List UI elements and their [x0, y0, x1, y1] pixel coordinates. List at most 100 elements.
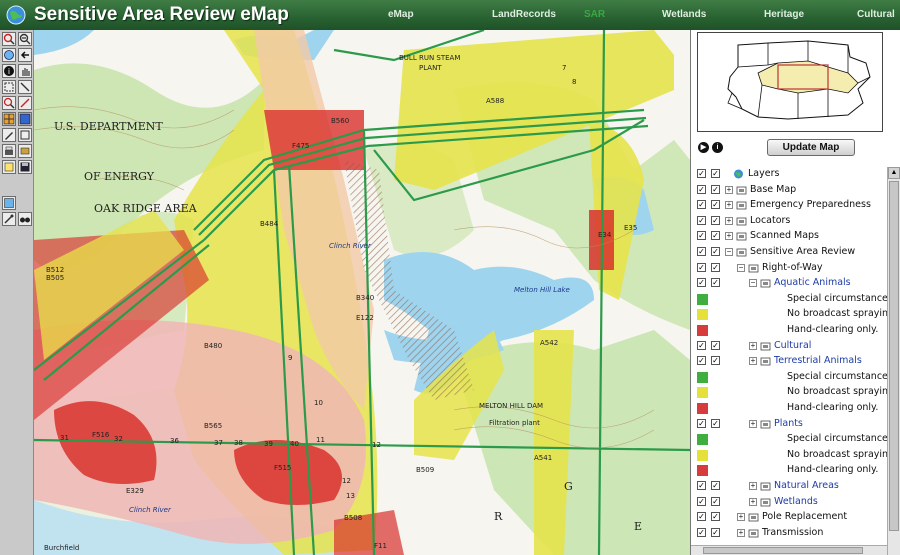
- select-icon[interactable]: [2, 80, 16, 94]
- layer-active-checkbox[interactable]: ✓: [711, 231, 720, 241]
- layer-active-checkbox[interactable]: ✓: [711, 262, 720, 272]
- topographic-map[interactable]: U.S. DEPARTMENT OF ENERGY OAK RIDGE AREA…: [34, 30, 690, 555]
- legend-color-swatch: [697, 293, 708, 305]
- layer-visible-checkbox[interactable]: ✓: [697, 496, 706, 506]
- nav-sar[interactable]: SAR: [584, 9, 605, 20]
- nav-landrecords[interactable]: LandRecords: [492, 9, 556, 20]
- nav-heritage[interactable]: Heritage: [764, 9, 804, 20]
- layer-item[interactable]: ✓ ✓ − Right-of-Way: [691, 261, 887, 276]
- back-icon[interactable]: [18, 48, 32, 62]
- layer-hscrollbar[interactable]: [691, 545, 887, 555]
- measure-icon[interactable]: [2, 96, 16, 110]
- layer-scrollbar[interactable]: ▲: [887, 167, 900, 555]
- layer-item[interactable]: ✓ ✓ + Wetlands: [691, 495, 887, 510]
- expand-toggle-icon[interactable]: +: [725, 185, 733, 194]
- layer-item[interactable]: ✓ ✓ + Scanned Maps: [691, 229, 887, 244]
- expand-toggle-icon[interactable]: −: [725, 248, 733, 256]
- clear-icon[interactable]: [18, 128, 32, 142]
- expand-toggle-icon[interactable]: −: [737, 263, 745, 272]
- expand-toggle-icon[interactable]: +: [749, 482, 757, 490]
- buffer-icon[interactable]: [18, 96, 32, 110]
- binoculars-icon[interactable]: [18, 212, 32, 226]
- print-icon[interactable]: [2, 144, 16, 158]
- layer-active-checkbox[interactable]: ✓: [711, 184, 720, 194]
- identify-icon[interactable]: i: [2, 64, 16, 78]
- layer-visible-checkbox[interactable]: ✓: [697, 184, 706, 194]
- layer-active-checkbox[interactable]: ✓: [711, 356, 720, 366]
- layer-item[interactable]: ✓ ✓ − Sensitive Area Review: [691, 245, 887, 260]
- expand-toggle-icon[interactable]: +: [749, 497, 757, 506]
- expand-toggle-icon[interactable]: +: [737, 513, 745, 522]
- layers-icon[interactable]: [2, 160, 16, 174]
- layer-visible-checkbox[interactable]: ✓: [697, 340, 706, 350]
- hscroll-thumb[interactable]: [703, 547, 863, 554]
- layer-active-checkbox[interactable]: ✓: [711, 200, 720, 210]
- query-icon[interactable]: [18, 80, 32, 94]
- layer-visible-checkbox[interactable]: ✓: [697, 247, 706, 256]
- layer-item[interactable]: ✓ ✓ + Transmission: [691, 526, 887, 541]
- expand-toggle-icon[interactable]: +: [749, 341, 757, 350]
- table-icon[interactable]: [18, 112, 32, 126]
- tennessee-valley-overview[interactable]: [698, 33, 882, 131]
- info-icon[interactable]: i: [712, 142, 723, 153]
- pan-icon[interactable]: [18, 64, 32, 78]
- overview-map[interactable]: [697, 32, 883, 132]
- layer-item[interactable]: ✓ ✓ + Cultural: [691, 339, 887, 354]
- find-icon[interactable]: [2, 212, 16, 226]
- expand-toggle-icon[interactable]: +: [749, 419, 757, 428]
- layer-item[interactable]: ✓ ✓ + Terrestrial Animals: [691, 354, 887, 369]
- layer-item[interactable]: ✓ ✓ + Locators: [691, 214, 887, 229]
- scroll-up-icon[interactable]: ▲: [888, 167, 900, 179]
- layer-visible-checkbox[interactable]: ✓: [697, 200, 706, 210]
- expand-toggle-icon[interactable]: +: [725, 232, 733, 241]
- expand-toggle-icon[interactable]: −: [749, 279, 757, 288]
- expand-toggle-icon[interactable]: +: [725, 216, 733, 225]
- layer-visible-checkbox[interactable]: ✓: [697, 231, 706, 241]
- expand-toggle-icon[interactable]: +: [749, 357, 757, 366]
- layer-active-checkbox[interactable]: ✓: [711, 512, 720, 522]
- layer-active-checkbox[interactable]: ✓: [711, 278, 720, 288]
- full-extent-icon[interactable]: [2, 48, 16, 62]
- layer-active-checkbox[interactable]: ✓: [711, 496, 720, 506]
- layer-item[interactable]: ✓ ✓ + Plants: [691, 417, 887, 432]
- layer-active-checkbox[interactable]: ✓: [711, 418, 720, 428]
- save-icon[interactable]: [18, 160, 32, 174]
- nav-wetlands[interactable]: Wetlands: [662, 9, 706, 20]
- layer-item[interactable]: ✓ ✓ + Natural Areas: [691, 479, 887, 494]
- layer-active-checkbox[interactable]: ✓: [711, 481, 720, 490]
- nav-emap[interactable]: eMap: [388, 9, 414, 20]
- layer-visible-checkbox[interactable]: ✓: [697, 481, 706, 490]
- layer-group-icon: [736, 232, 747, 241]
- layer-label: Emergency Preparedness: [750, 199, 871, 211]
- layer-visible-checkbox[interactable]: ✓: [697, 418, 706, 428]
- zoom-out-icon[interactable]: [18, 32, 32, 46]
- expand-toggle-icon[interactable]: +: [737, 528, 745, 537]
- layer-visible-checkbox[interactable]: ✓: [697, 356, 706, 366]
- nav-cultural[interactable]: Cultural: [857, 9, 895, 20]
- refresh-icon[interactable]: [2, 196, 16, 210]
- map-canvas[interactable]: U.S. DEPARTMENT OF ENERGY OAK RIDGE AREA…: [34, 30, 690, 555]
- layer-active-checkbox[interactable]: ✓: [711, 340, 720, 350]
- scroll-thumb[interactable]: [889, 181, 899, 531]
- layer-item[interactable]: ✓ ✓ + Emergency Preparedness: [691, 198, 887, 213]
- layer-active-checkbox[interactable]: ✓: [711, 169, 720, 178]
- layer-item[interactable]: ✓ ✓ + Pole Replacement: [691, 510, 887, 525]
- layer-visible-checkbox[interactable]: ✓: [697, 215, 706, 225]
- layer-visible-checkbox[interactable]: ✓: [697, 262, 706, 272]
- export-icon[interactable]: [18, 144, 32, 158]
- grid-icon[interactable]: [2, 112, 16, 126]
- layer-visible-checkbox[interactable]: ✓: [697, 169, 706, 178]
- edit-icon[interactable]: [2, 128, 16, 142]
- zoom-in-icon[interactable]: [2, 32, 16, 46]
- layer-active-checkbox[interactable]: ✓: [711, 247, 720, 256]
- layer-item[interactable]: ✓ ✓ − Aquatic Animals: [691, 276, 887, 291]
- previous-icon[interactable]: ▶: [698, 142, 709, 153]
- layer-visible-checkbox[interactable]: ✓: [697, 512, 706, 522]
- layer-visible-checkbox[interactable]: ✓: [697, 527, 706, 537]
- layer-active-checkbox[interactable]: ✓: [711, 215, 720, 225]
- expand-toggle-icon[interactable]: +: [725, 201, 733, 210]
- update-map-button[interactable]: Update Map: [767, 139, 855, 156]
- layer-visible-checkbox[interactable]: ✓: [697, 278, 706, 288]
- layer-active-checkbox[interactable]: ✓: [711, 527, 720, 537]
- layer-item[interactable]: ✓ ✓ + Base Map: [691, 183, 887, 198]
